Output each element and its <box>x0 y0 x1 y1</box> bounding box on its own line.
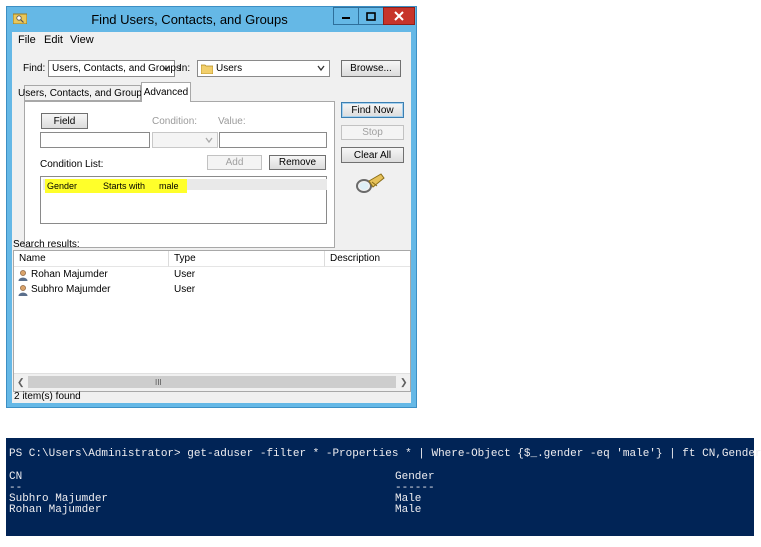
chevron-down-icon <box>162 65 170 72</box>
condition-list-label: Condition List: <box>40 159 104 170</box>
field-button[interactable]: Field <box>41 113 88 129</box>
window-title: Find Users, Contacts, and Groups <box>91 12 288 27</box>
condition-label: Condition: <box>152 116 198 127</box>
scroll-grip: III <box>155 378 162 387</box>
condition-select[interactable] <box>152 132 218 148</box>
row-name: Subhro Majumder <box>31 284 111 295</box>
add-button[interactable]: Add <box>207 155 262 170</box>
console-command-line: PS C:\Users\Administrator> get-aduser -f… <box>9 448 761 460</box>
in-location-select[interactable]: Users <box>197 60 330 77</box>
advanced-tab-panel: Field Condition: Value: Add Remove Condi… <box>24 101 335 248</box>
maximize-button[interactable] <box>358 7 384 25</box>
user-icon <box>18 270 28 281</box>
menu-view[interactable]: View <box>70 34 94 46</box>
folder-icon <box>201 64 213 74</box>
minimize-button[interactable] <box>333 7 359 25</box>
column-header-description[interactable]: Description <box>325 251 410 267</box>
condition-row[interactable]: Gender Starts with male <box>43 179 327 193</box>
column-header-type[interactable]: Type <box>169 251 325 267</box>
menu-edit[interactable]: Edit <box>44 34 63 46</box>
console-row-gender: Male <box>395 504 422 516</box>
stop-button[interactable]: Stop <box>341 125 404 140</box>
maximize-icon <box>366 11 376 21</box>
powershell-console[interactable]: PS C:\Users\Administrator> get-aduser -f… <box>6 438 761 536</box>
condition-field: Gender <box>47 181 78 191</box>
find-type-select[interactable]: Users, Contacts, and Groups <box>48 60 181 77</box>
title-bar[interactable]: Find Users, Contacts, and Groups <box>7 7 416 31</box>
search-results-label: Search results: <box>13 239 80 250</box>
find-users-dialog: Find Users, Contacts, and Groups File Ed… <box>6 6 417 408</box>
menu-file[interactable]: File <box>18 34 36 46</box>
column-header-name[interactable]: Name <box>14 251 169 267</box>
scroll-right-icon[interactable]: ❯ <box>400 377 408 388</box>
condition-operator: Starts with <box>103 181 146 191</box>
minimize-icon <box>342 17 350 19</box>
find-now-button[interactable]: Find Now <box>341 102 404 118</box>
status-bar: 2 item(s) found <box>12 391 411 403</box>
row-name: Rohan Majumder <box>31 269 108 280</box>
browse-button[interactable]: Browse... <box>341 60 401 77</box>
scroll-left-icon[interactable]: ❮ <box>17 377 25 388</box>
close-icon <box>394 11 404 21</box>
chevron-down-icon <box>205 137 213 144</box>
row-type: User <box>174 284 196 295</box>
search-flashlight-icon <box>356 173 385 193</box>
chevron-down-icon <box>317 65 325 72</box>
results-list[interactable]: Name Type Description Rohan Majumder Use… <box>13 250 411 392</box>
table-row[interactable]: Subhro Majumder User <box>14 283 410 298</box>
scroll-thumb[interactable]: III <box>28 376 396 388</box>
in-label: In: <box>179 63 191 74</box>
field-input[interactable] <box>40 132 150 148</box>
value-label: Value: <box>218 116 246 127</box>
dialog-client-area: File Edit View Find: Users, Contacts, an… <box>12 32 411 403</box>
horizontal-scrollbar[interactable]: ❮ III ❯ <box>14 373 410 391</box>
clear-all-button[interactable]: Clear All <box>341 147 404 163</box>
condition-list[interactable]: Gender Starts with male <box>40 176 327 224</box>
condition-value: male <box>159 181 179 191</box>
table-row[interactable]: Rohan Majumder User <box>14 268 410 283</box>
status-text: 2 item(s) found <box>14 391 81 402</box>
value-input[interactable] <box>219 132 327 148</box>
close-button[interactable] <box>383 7 415 25</box>
in-location-value: Users <box>216 63 243 74</box>
user-icon <box>18 285 28 296</box>
tab-users-contacts-groups[interactable]: Users, Contacts, and Groups <box>18 85 147 101</box>
remove-button[interactable]: Remove <box>269 155 326 170</box>
console-row-cn: Rohan Majumder <box>9 504 102 516</box>
tab-advanced[interactable]: Advanced <box>141 82 191 102</box>
find-label: Find: <box>23 63 46 74</box>
row-type: User <box>174 269 196 280</box>
menu-bar: File Edit View <box>12 32 411 48</box>
